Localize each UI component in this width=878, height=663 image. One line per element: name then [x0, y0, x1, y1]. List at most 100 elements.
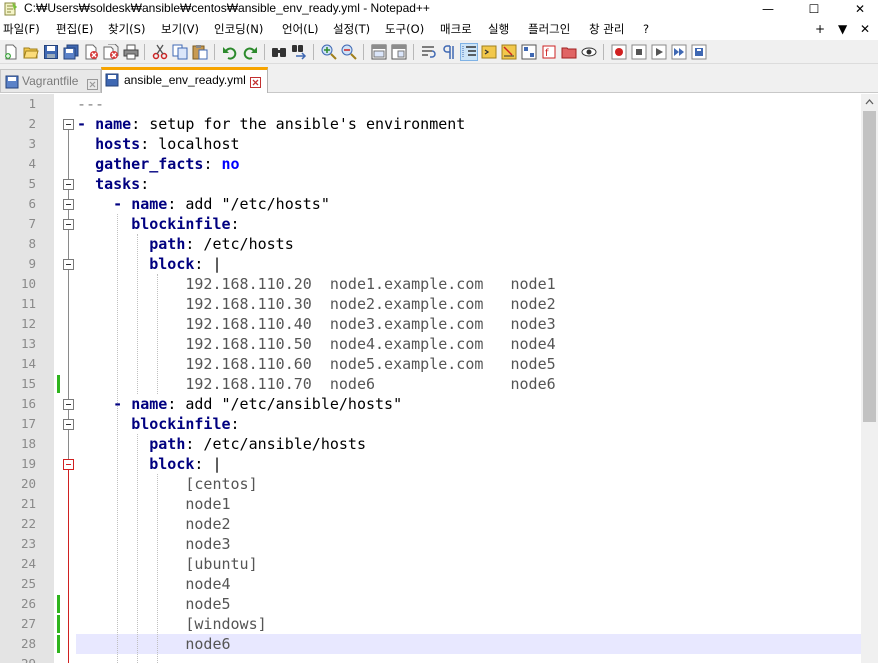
fold-toggle[interactable] — [63, 219, 74, 230]
fold-toggle[interactable] — [63, 179, 74, 190]
find-icon[interactable] — [271, 44, 287, 60]
save-macro-icon[interactable] — [691, 44, 707, 60]
menu-tools[interactable]: 도구(O) — [385, 22, 424, 36]
save-icon[interactable] — [43, 44, 59, 60]
code-line[interactable]: [windows] — [77, 614, 266, 634]
line-number: 9 — [28, 256, 36, 271]
close-document-button[interactable]: ✕ — [860, 21, 870, 37]
redo-icon[interactable] — [242, 44, 258, 60]
code-line[interactable]: [centos] — [77, 474, 257, 494]
replace-icon[interactable] — [291, 44, 307, 60]
save-all-icon[interactable] — [63, 44, 79, 60]
maximize-button[interactable]: ☐ — [791, 0, 837, 18]
line-number: 15 — [20, 376, 36, 391]
code-line[interactable]: --- — [77, 94, 104, 114]
word-wrap-icon[interactable] — [421, 44, 437, 60]
code-line[interactable]: path: /etc/hosts — [77, 234, 294, 254]
code-line[interactable]: 192.168.110.60 node5.example.com node5 — [77, 354, 555, 374]
menu-search[interactable]: 찾기(S) — [108, 22, 145, 36]
tab-vagrantfile[interactable]: Vagrantfile — [0, 69, 101, 92]
menu-run[interactable]: 실행 — [488, 22, 509, 36]
vertical-scrollbar[interactable] — [861, 94, 878, 663]
code-line[interactable]: [ubuntu] — [77, 554, 257, 574]
sync-horizontal-icon[interactable] — [391, 44, 407, 60]
code-line[interactable]: gather_facts: no — [77, 154, 240, 174]
code-line[interactable]: node6 — [77, 634, 230, 654]
fold-toggle[interactable] — [63, 199, 74, 210]
tab-close-icon[interactable] — [250, 74, 261, 88]
open-file-icon[interactable] — [23, 44, 39, 60]
code-line[interactable]: block: | — [77, 254, 221, 274]
zoom-in-icon[interactable] — [321, 44, 337, 60]
copy-icon[interactable] — [172, 44, 188, 60]
code-line[interactable]: hosts: localhost — [77, 134, 240, 154]
fold-toggle[interactable] — [63, 399, 74, 410]
scrollbar-thumb[interactable] — [863, 111, 876, 422]
code-line[interactable]: node3 — [77, 534, 230, 554]
code-line[interactable]: - name: setup for the ansible's environm… — [77, 114, 465, 134]
code-line[interactable]: blockinfile: — [77, 214, 239, 234]
monitoring-icon[interactable] — [581, 44, 597, 60]
undo-icon[interactable] — [222, 44, 238, 60]
menu-language[interactable]: 언어(L) — [282, 22, 319, 36]
code-line[interactable]: blockinfile: — [77, 414, 239, 434]
menu-settings[interactable]: 설정(T) — [333, 22, 370, 36]
print-icon[interactable] — [123, 44, 139, 60]
document-map-icon[interactable] — [501, 44, 517, 60]
code-line[interactable]: node4 — [77, 574, 230, 594]
close-all-icon[interactable] — [103, 44, 119, 60]
new-file-icon[interactable] — [3, 44, 19, 60]
folder-as-workspace-icon[interactable] — [561, 44, 577, 60]
scroll-up-icon[interactable] — [861, 94, 878, 111]
new-tab-button[interactable]: + — [815, 21, 825, 37]
menu-help[interactable]: ? — [643, 22, 649, 36]
zoom-out-icon[interactable] — [341, 44, 357, 60]
cut-icon[interactable] — [152, 44, 168, 60]
sync-vertical-icon[interactable] — [371, 44, 387, 60]
fold-toggle[interactable] — [63, 119, 74, 130]
menu-encoding[interactable]: 인코딩(N) — [214, 22, 263, 36]
menu-file[interactable]: 파일(F) — [3, 22, 40, 36]
run-macro-multiple-icon[interactable] — [671, 44, 687, 60]
tab-list-button[interactable]: ▼ — [838, 21, 847, 37]
line-number: 28 — [20, 636, 36, 651]
code-line[interactable]: tasks: — [77, 174, 149, 194]
folder-workspace-icon[interactable]: f — [541, 44, 557, 60]
code-line[interactable]: - name: add "/etc/hosts" — [77, 194, 330, 214]
tab-ansible-env-ready[interactable]: ansible_env_ready.yml — [101, 67, 268, 93]
menu-plugins[interactable]: 플러그인 — [528, 22, 570, 36]
show-all-chars-icon[interactable] — [441, 44, 457, 60]
code-line[interactable]: node5 — [77, 594, 230, 614]
fold-toggle[interactable] — [63, 419, 74, 430]
code-line[interactable]: path: /etc/ansible/hosts — [77, 434, 366, 454]
menu-macro[interactable]: 매크로 — [440, 22, 472, 36]
code-line[interactable]: node1 — [77, 494, 230, 514]
menu-window[interactable]: 창 관리 — [589, 22, 624, 36]
code-editor[interactable]: 1 2 3 4 5 6 7 8 9 10 11 12 13 14 15 16 1… — [0, 94, 878, 663]
paste-icon[interactable] — [192, 44, 208, 60]
close-icon[interactable] — [83, 44, 99, 60]
toolbar-separator — [603, 44, 604, 60]
code-line[interactable]: 192.168.110.40 node3.example.com node3 — [77, 314, 555, 334]
indent-guide-icon[interactable] — [460, 43, 478, 61]
menu-view[interactable]: 보기(V) — [161, 22, 199, 36]
tab-close-icon[interactable] — [87, 75, 98, 90]
menu-edit[interactable]: 편집(E) — [56, 22, 93, 36]
stop-record-icon[interactable] — [631, 44, 647, 60]
code-line[interactable]: 192.168.110.30 node2.example.com node2 — [77, 294, 555, 314]
minimize-button[interactable]: — — [745, 0, 791, 18]
line-number: 1 — [28, 96, 36, 111]
play-macro-icon[interactable] — [651, 44, 667, 60]
fold-toggle[interactable] — [63, 259, 74, 270]
code-line[interactable]: node2 — [77, 514, 230, 534]
fold-toggle[interactable] — [63, 459, 74, 470]
function-list-icon[interactable] — [521, 44, 537, 60]
code-line[interactable]: 192.168.110.50 node4.example.com node4 — [77, 334, 555, 354]
close-window-button[interactable]: ✕ — [837, 0, 878, 18]
user-language-icon[interactable] — [481, 44, 497, 60]
code-line[interactable]: 192.168.110.70 node6 node6 — [77, 374, 555, 394]
code-line[interactable]: block: | — [77, 454, 221, 474]
code-line[interactable]: - name: add "/etc/ansible/hosts" — [77, 394, 402, 414]
code-line[interactable]: 192.168.110.20 node1.example.com node1 — [77, 274, 555, 294]
record-macro-icon[interactable] — [611, 44, 627, 60]
